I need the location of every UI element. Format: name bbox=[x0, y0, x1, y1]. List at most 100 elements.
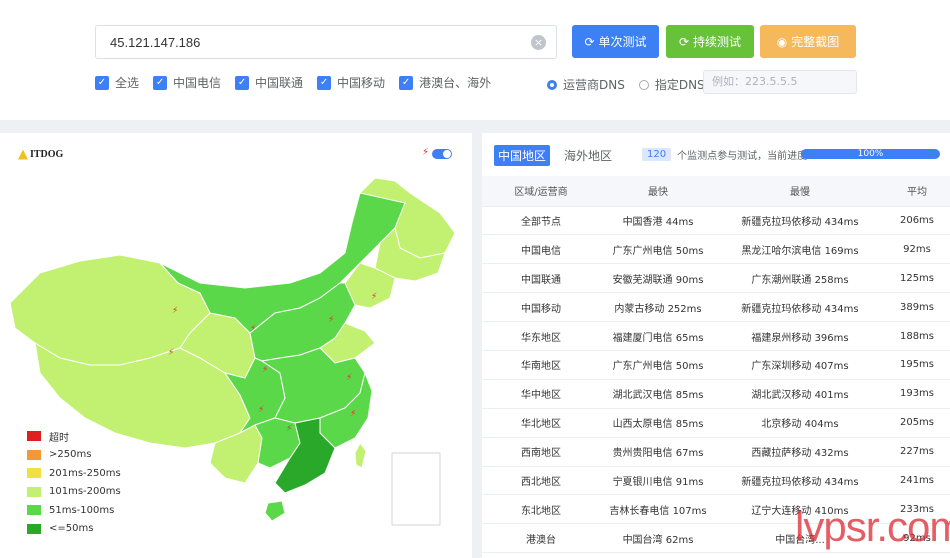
bolt-icon: ⚡ bbox=[172, 306, 178, 316]
cell-region: 西南地区 bbox=[482, 437, 600, 467]
bolt-icon: ⚡ bbox=[168, 348, 174, 358]
cell-slowest: 广东潮州联通 258ms bbox=[716, 263, 884, 294]
radio-label: 运营商DNS bbox=[563, 78, 625, 92]
table-body: 全部节点 中国香港 44ms 新疆克拉玛依移动 434ms 206ms 中国电信 广东广州… bbox=[482, 206, 950, 554]
legend-item[interactable]: >250ms bbox=[27, 446, 121, 465]
cell-slowest: 广东深圳移动 407ms bbox=[716, 350, 884, 380]
watermark: lvpsr.com bbox=[795, 503, 950, 550]
cell-fastest: 广东广州电信 50ms bbox=[600, 350, 716, 380]
cell-region: 西北地区 bbox=[482, 466, 600, 496]
south-sea-inset bbox=[391, 452, 441, 526]
legend-item[interactable]: 51ms-100ms bbox=[27, 501, 121, 520]
col-fastest[interactable]: 最快 bbox=[600, 176, 716, 207]
legend-swatch bbox=[27, 486, 41, 497]
tab-domestic[interactable]: 中国地区 bbox=[494, 145, 551, 166]
check-icon: ✓ bbox=[95, 75, 109, 90]
progress-percent: 100% bbox=[857, 149, 884, 159]
checkbox-overseas[interactable]: ✓ 港澳台、海外 bbox=[399, 74, 491, 91]
legend-item[interactable]: 101ms-200ms bbox=[27, 483, 121, 502]
legend-item[interactable]: <=50ms bbox=[27, 520, 121, 539]
bolt-icon: ⚡ bbox=[422, 147, 430, 158]
table-row: 中国移动 内蒙古移动 252ms 新疆克拉玛依移动 434ms 389ms bbox=[482, 292, 950, 323]
col-slowest[interactable]: 最慢 bbox=[716, 176, 884, 207]
checkbox-label: 中国联通 bbox=[255, 76, 304, 90]
cell-slowest: 福建泉州移动 396ms bbox=[716, 321, 884, 351]
cell-average: 205ms bbox=[884, 408, 950, 438]
table-row: 华中地区 湖北武汉电信 85ms 湖北武汉移动 401ms 193ms bbox=[482, 379, 950, 409]
checkbox-label: 中国电信 bbox=[173, 76, 222, 90]
table-header-row: 区域/运营商 最快 最慢 平均 bbox=[482, 176, 950, 207]
cell-average: 241ms bbox=[884, 466, 950, 496]
cell-average: 389ms bbox=[884, 292, 950, 323]
tab-overseas[interactable]: 海外地区 bbox=[560, 145, 616, 166]
legend-label: >250ms bbox=[49, 449, 92, 461]
cell-fastest: 山西太原电信 85ms bbox=[600, 408, 716, 438]
legend-label: 101ms-200ms bbox=[49, 486, 121, 498]
table-row: 华南地区 广东广州电信 50ms 广东深圳移动 407ms 195ms bbox=[482, 350, 950, 380]
bolt-icon: ⚡ bbox=[286, 424, 292, 434]
cell-region: 中国联通 bbox=[482, 263, 600, 294]
cell-fastest: 中国台湾 62ms bbox=[600, 523, 716, 554]
progress-info: 120 个监测点参与测试，当前进度： bbox=[642, 147, 817, 162]
checkbox-all[interactable]: ✓ 全选 bbox=[95, 74, 139, 91]
cell-fastest: 广东广州电信 50ms bbox=[600, 234, 716, 265]
radio-label: 指定DNS: bbox=[654, 78, 709, 92]
cell-fastest: 内蒙古移动 252ms bbox=[600, 292, 716, 323]
map-toggle[interactable] bbox=[432, 149, 452, 159]
bolt-icon: ⚡ bbox=[258, 405, 264, 415]
check-icon: ✓ bbox=[399, 75, 414, 90]
legend-item[interactable]: 201ms-250ms bbox=[27, 464, 121, 483]
col-average[interactable]: 平均 bbox=[884, 176, 950, 207]
screenshot-button[interactable]: ◉ 完整截图 bbox=[760, 25, 856, 58]
table-row: 华北地区 山西太原电信 85ms 北京移动 404ms 205ms bbox=[482, 408, 950, 438]
radio-custom-dns[interactable]: 指定DNS: bbox=[638, 76, 709, 93]
legend-swatch bbox=[27, 431, 41, 442]
radio-isp-dns[interactable]: 运营商DNS bbox=[547, 76, 625, 93]
node-count: 120 bbox=[642, 148, 672, 161]
cell-region: 东北地区 bbox=[482, 494, 600, 525]
dns-input[interactable]: 例如：223.5.5.5 bbox=[703, 70, 857, 94]
itdog-logo: ITDOG bbox=[18, 149, 63, 160]
checkbox-unicom[interactable]: ✓ 中国联通 bbox=[235, 74, 303, 91]
continuous-test-button[interactable]: ⟳ 持续测试 bbox=[666, 25, 754, 58]
table-row: 华东地区 福建厦门电信 65ms 福建泉州移动 396ms 188ms bbox=[482, 321, 950, 351]
check-icon: ✓ bbox=[317, 75, 332, 90]
radio-icon bbox=[638, 79, 649, 90]
refresh-icon: ⟳ bbox=[584, 34, 595, 49]
check-icon: ✓ bbox=[235, 75, 250, 90]
single-test-button[interactable]: ⟳ 单次测试 bbox=[572, 25, 659, 58]
cell-fastest: 安徽芜湖联通 90ms bbox=[600, 263, 716, 294]
clear-icon[interactable]: × bbox=[531, 35, 546, 50]
cell-slowest: 西藏拉萨移动 432ms bbox=[716, 437, 884, 467]
cell-fastest: 湖北武汉电信 85ms bbox=[600, 379, 716, 409]
legend-swatch bbox=[27, 505, 41, 516]
cell-region: 港澳台 bbox=[482, 523, 600, 554]
region-taiwan[interactable] bbox=[354, 442, 367, 469]
camera-icon: ◉ bbox=[776, 34, 788, 49]
legend-item[interactable]: 超时 bbox=[27, 427, 121, 446]
cell-slowest: 北京移动 404ms bbox=[716, 408, 884, 438]
table-row: 全部节点 中国香港 44ms 新疆克拉玛依移动 434ms 206ms bbox=[482, 206, 950, 236]
ip-input-box[interactable]: × bbox=[95, 25, 557, 59]
cell-slowest: 黑龙江哈尔滨电信 169ms bbox=[716, 234, 884, 265]
single-test-label: 单次测试 bbox=[598, 35, 647, 49]
progress-text: 个监测点参与测试，当前进度： bbox=[677, 151, 818, 162]
cell-fastest: 中国香港 44ms bbox=[600, 206, 716, 236]
cell-region: 中国电信 bbox=[482, 234, 600, 265]
cell-average: 125ms bbox=[884, 263, 950, 294]
checkbox-mobile[interactable]: ✓ 中国移动 bbox=[317, 74, 385, 91]
top-panel: × ⟳ 单次测试 ⟳ 持续测试 ◉ 完整截图 ✓ 全选 ✓ 中国电信 ✓ 中国联通 ✓… bbox=[0, 0, 950, 120]
checkbox-telecom[interactable]: ✓ 中国电信 bbox=[153, 74, 221, 91]
region-hainan[interactable] bbox=[264, 500, 286, 522]
cell-average: 193ms bbox=[884, 379, 950, 409]
cell-slowest: 新疆克拉玛依移动 434ms bbox=[716, 466, 884, 496]
refresh-icon: ⟳ bbox=[678, 34, 690, 49]
region-tabs: 中国地区 海外地区 bbox=[494, 145, 616, 166]
map-legend: 超时 >250ms 201ms-250ms 101ms-200ms 51ms-1… bbox=[27, 427, 121, 538]
legend-swatch bbox=[27, 523, 41, 534]
bolt-icon: ⚡ bbox=[328, 315, 334, 325]
cell-region: 华东地区 bbox=[482, 321, 600, 351]
ip-input[interactable] bbox=[96, 26, 516, 58]
col-region[interactable]: 区域/运营商 bbox=[482, 176, 600, 207]
legend-label: 201ms-250ms bbox=[49, 467, 121, 479]
